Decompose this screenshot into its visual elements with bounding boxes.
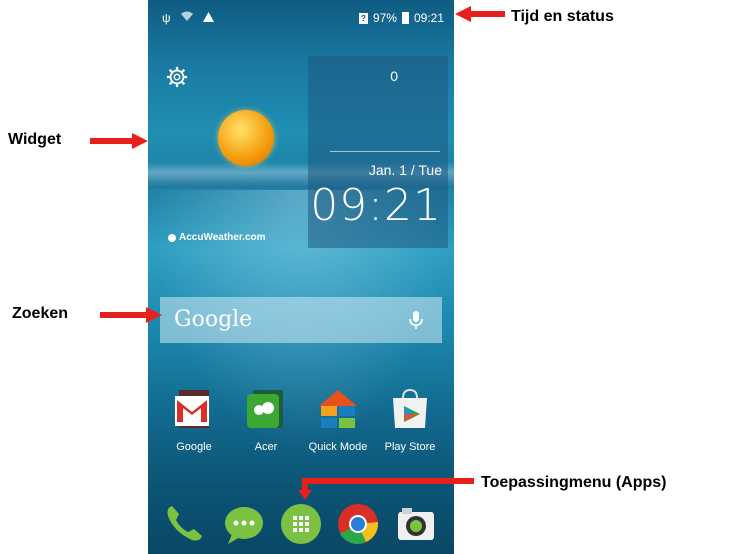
app-acer[interactable]: Acer	[236, 388, 296, 453]
status-time: 09:21	[413, 11, 444, 25]
arrow-status	[455, 6, 505, 22]
weather-provider[interactable]: AccuWeather.com	[168, 232, 266, 243]
accuweather-logo-icon	[168, 233, 176, 242]
phone-icon[interactable]	[162, 502, 206, 546]
arrow-apps	[298, 478, 474, 500]
annotation-widget: Widget	[8, 131, 62, 148]
battery-icon	[401, 12, 409, 24]
microphone-icon[interactable]	[404, 308, 428, 332]
wifi-icon	[180, 11, 193, 25]
acer-folder-icon	[247, 390, 283, 428]
status-indicators: ? 97% 09:21	[358, 11, 444, 25]
weather-provider-label: AccuWeather.com	[179, 232, 266, 243]
apps-menu-icon[interactable]	[279, 502, 323, 546]
annotation-search: Zoeken	[12, 305, 69, 322]
widget-count: 0	[390, 68, 398, 84]
gmail-folder-icon	[175, 390, 209, 428]
phone-screen: ψ ? 97% 09:21 0 Jan. 1 / Tue 09:21 AccuW…	[148, 0, 454, 554]
usb-icon: ψ	[162, 11, 171, 25]
app-play-store[interactable]: Play Store	[380, 388, 440, 453]
app-quick-mode[interactable]: Quick Mode	[308, 388, 368, 453]
app-label: Play Store	[384, 441, 436, 453]
camera-icon[interactable]	[394, 502, 438, 546]
play-store-icon	[393, 388, 427, 428]
search-label: Google	[174, 307, 253, 332]
no-sim-icon: ?	[358, 12, 368, 24]
arrow-widget	[90, 133, 148, 149]
warning-icon	[202, 11, 214, 25]
widget-settings-icon[interactable]	[166, 66, 188, 88]
annotation-status: Tijd en status	[511, 8, 614, 25]
arrow-search	[100, 307, 162, 323]
app-label: Acer	[254, 441, 278, 453]
widget-time: 09:21	[310, 180, 442, 231]
app-shortcuts: Google Acer Quick Mode Play Store	[148, 388, 454, 458]
clock-widget[interactable]: 0 Jan. 1 / Tue 09:21	[308, 56, 448, 248]
google-search-bar[interactable]: Google	[160, 297, 442, 343]
annotation-apps: Toepassingmenu (Apps)	[481, 474, 667, 491]
status-bar[interactable]: ψ ? 97% 09:21	[148, 0, 454, 40]
quick-mode-icon	[319, 390, 357, 428]
dock	[148, 496, 454, 554]
notification-icons: ψ	[162, 11, 214, 25]
widget-date: Jan. 1 / Tue	[368, 162, 442, 178]
weather-sun-icon[interactable]	[218, 110, 274, 166]
chrome-icon[interactable]	[336, 502, 380, 546]
app-label: Quick Mode	[308, 441, 368, 453]
app-label: Google	[176, 441, 212, 453]
battery-percent: 97%	[372, 11, 397, 25]
widget-divider	[330, 151, 440, 152]
app-google[interactable]: Google	[164, 388, 224, 453]
messaging-icon[interactable]	[222, 502, 266, 546]
